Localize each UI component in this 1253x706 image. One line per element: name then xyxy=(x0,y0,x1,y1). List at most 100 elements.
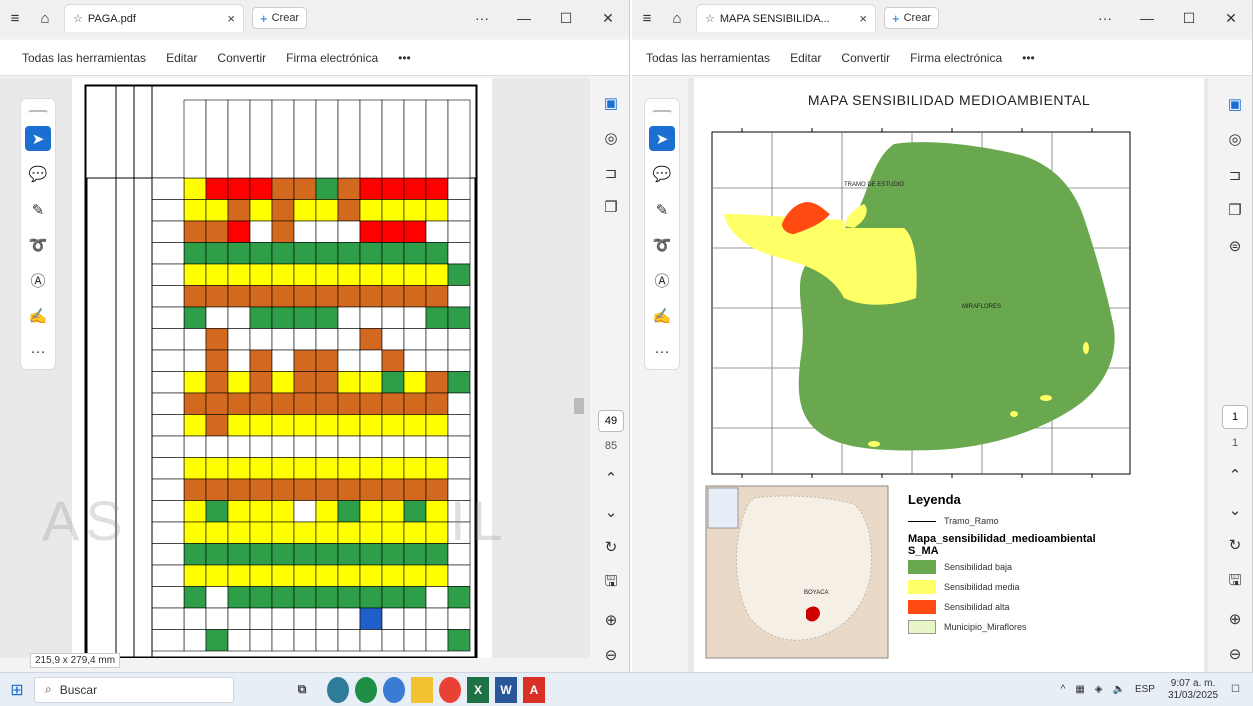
matrix-cell xyxy=(425,285,449,308)
more-icon[interactable]: ··· xyxy=(461,10,503,27)
pen-icon[interactable]: ✎ xyxy=(25,197,51,222)
crear-button[interactable]: + Crear xyxy=(252,7,308,29)
drag-handle[interactable] xyxy=(652,110,672,116)
ai-assistant-icon[interactable]: ▣ xyxy=(599,93,623,114)
star-icon[interactable]: ☆ xyxy=(73,12,83,25)
network-icon[interactable]: ▦ xyxy=(1075,684,1084,695)
zoom-in-icon[interactable]: ⊕ xyxy=(599,610,623,631)
windows-start-icon[interactable]: ⊞ xyxy=(0,680,34,700)
lasso-icon[interactable]: ➰ xyxy=(649,232,675,257)
chrome-icon[interactable] xyxy=(439,676,461,703)
page-number-input[interactable]: 1 xyxy=(1222,405,1248,429)
tab-paga-pdf[interactable]: ☆ PAGA.pdf × xyxy=(64,4,244,32)
excel-icon[interactable]: X xyxy=(467,676,489,703)
menu-esign[interactable]: Firma electrónica xyxy=(286,51,378,65)
crear-button[interactable]: + Crear xyxy=(884,7,940,29)
save-icon[interactable]: 🖫 xyxy=(599,572,623,596)
app-icon-2[interactable] xyxy=(383,676,405,703)
word-icon[interactable]: W xyxy=(495,676,517,703)
zoom-out-icon[interactable]: ⊖ xyxy=(1223,644,1247,665)
label-tramo: TRAMO DE ESTUDIO xyxy=(844,182,905,188)
ai-assistant-icon[interactable]: ▣ xyxy=(1223,93,1247,114)
matrix-cell xyxy=(315,328,339,351)
page-up-icon[interactable]: ⌃ xyxy=(599,467,623,488)
matrix-cell xyxy=(403,220,427,243)
page-down-icon[interactable]: ⌄ xyxy=(599,502,623,523)
menu-edit[interactable]: Editar xyxy=(166,51,197,65)
speaker-icon[interactable]: 🔈 xyxy=(1113,684,1125,695)
language-indicator[interactable]: ESP xyxy=(1135,684,1155,695)
menu-all-tools[interactable]: Todas las herramientas xyxy=(22,51,146,65)
maximize-button[interactable]: ☐ xyxy=(1168,10,1210,27)
vertical-scrollbar[interactable] xyxy=(574,88,586,648)
menu-esign[interactable]: Firma electrónica xyxy=(910,51,1002,65)
menu-convert[interactable]: Convertir xyxy=(841,51,890,65)
comments-icon[interactable]: ◎ xyxy=(1223,128,1247,149)
menu-edit[interactable]: Editar xyxy=(790,51,821,65)
zoom-out-icon[interactable]: ⊖ xyxy=(599,644,623,665)
minimize-button[interactable]: — xyxy=(503,10,545,27)
matrix-cell xyxy=(205,199,229,222)
comment-icon[interactable]: 💬 xyxy=(649,161,675,186)
clock[interactable]: 9:07 a. m. 31/03/2025 xyxy=(1168,678,1218,702)
more-tools-icon[interactable]: ··· xyxy=(25,339,51,364)
rotate-icon[interactable]: ↻ xyxy=(599,537,623,558)
maximize-button[interactable]: ☐ xyxy=(545,10,587,27)
taskbar-search[interactable]: ⌕ Buscar xyxy=(34,676,234,703)
stamp-icon[interactable]: ✍ xyxy=(649,303,675,328)
menu-icon[interactable]: ≡ xyxy=(632,10,662,27)
matrix-cell xyxy=(293,457,317,480)
menu-all-tools[interactable]: Todas las herramientas xyxy=(646,51,770,65)
wifi-icon[interactable]: ◈ xyxy=(1095,684,1103,695)
save-icon[interactable]: 🖫 xyxy=(1223,570,1247,594)
tab-mapa-sensibilidad[interactable]: ☆ MAPA SENSIBILIDA... × xyxy=(696,4,876,32)
menu-more[interactable]: ••• xyxy=(398,51,411,65)
scroll-thumb[interactable] xyxy=(574,398,584,414)
select-cursor-icon[interactable]: ➤ xyxy=(649,125,675,152)
star-icon[interactable]: ☆ xyxy=(705,12,715,25)
pages-icon[interactable]: ❐ xyxy=(599,197,623,218)
pen-icon[interactable]: ✎ xyxy=(649,197,675,222)
select-cursor-icon[interactable]: ➤ xyxy=(25,125,51,152)
home-icon[interactable]: ⌂ xyxy=(30,10,60,27)
menu-icon[interactable]: ≡ xyxy=(0,10,30,27)
close-window-button[interactable]: ✕ xyxy=(587,10,629,27)
close-tab-icon[interactable]: × xyxy=(227,11,235,26)
app-icon-1[interactable] xyxy=(327,676,349,703)
page-up-icon[interactable]: ⌃ xyxy=(1223,464,1247,485)
chevron-up-icon[interactable]: ^ xyxy=(1061,684,1066,695)
home-icon[interactable]: ⌂ xyxy=(662,10,692,27)
page-down-icon[interactable]: ⌄ xyxy=(1223,499,1247,520)
comments-icon[interactable]: ◎ xyxy=(599,128,623,149)
matrix-cell xyxy=(381,285,405,308)
text-box-icon[interactable]: Ⓐ xyxy=(25,268,51,293)
matrix-cell xyxy=(447,629,471,652)
notifications-icon[interactable]: ☐ xyxy=(1231,684,1240,695)
close-tab-icon[interactable]: × xyxy=(859,11,867,26)
drag-handle[interactable] xyxy=(28,110,48,116)
page-number-input[interactable]: 49 xyxy=(598,409,624,433)
file-explorer-icon[interactable] xyxy=(411,676,433,703)
acrobat-icon[interactable]: A xyxy=(523,676,545,703)
bookmark-icon[interactable]: ⊐ xyxy=(1223,164,1247,185)
pages-icon[interactable]: ❐ xyxy=(1223,199,1247,220)
zoom-in-icon[interactable]: ⊕ xyxy=(1223,608,1247,629)
task-view-icon[interactable]: ⧉ xyxy=(283,677,321,703)
minimize-button[interactable]: — xyxy=(1126,10,1168,27)
layers-icon[interactable]: ⊜ xyxy=(1223,235,1247,256)
right-document-view[interactable]: MAPA SENSIBILIDAD MEDIOAMBIENTAL TRAMO D… xyxy=(688,78,1208,672)
more-icon[interactable]: ··· xyxy=(1084,10,1126,27)
menu-more[interactable]: ••• xyxy=(1022,51,1035,65)
rotate-icon[interactable]: ↻ xyxy=(1223,535,1247,556)
stamp-icon[interactable]: ✍ xyxy=(25,303,51,328)
lasso-icon[interactable]: ➰ xyxy=(25,232,51,257)
text-box-icon[interactable]: Ⓐ xyxy=(649,268,675,293)
menu-convert[interactable]: Convertir xyxy=(217,51,266,65)
left-document-view[interactable]: AS IL xyxy=(0,78,590,658)
close-window-button[interactable]: ✕ xyxy=(1210,10,1252,27)
legend-item: Sensibilidad media xyxy=(908,577,1198,597)
edge-icon[interactable] xyxy=(355,676,377,703)
more-tools-icon[interactable]: ··· xyxy=(649,339,675,364)
comment-icon[interactable]: 💬 xyxy=(25,161,51,186)
bookmark-icon[interactable]: ⊐ xyxy=(599,162,623,183)
